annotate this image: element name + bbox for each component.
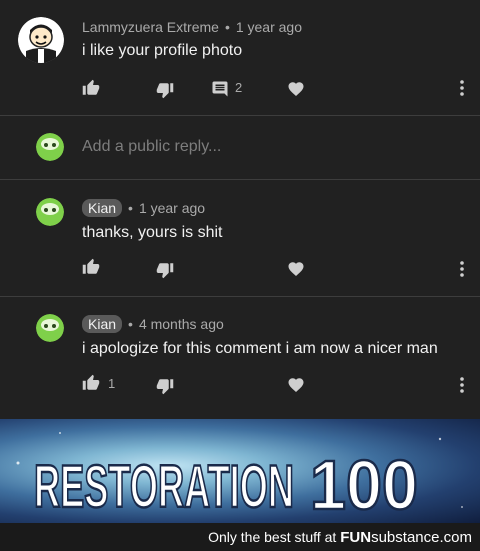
reply-time[interactable]: 4 months ago [139, 316, 224, 332]
thumbs-up-icon[interactable] [82, 258, 100, 276]
comment-author[interactable]: Lammyzuera Extreme [82, 19, 219, 35]
separator-dot: • [128, 200, 133, 216]
footer-brand-rest: substance [371, 528, 440, 546]
divider [0, 179, 480, 180]
banner-text-right: 100 [310, 446, 418, 523]
avatar-reply-author[interactable] [36, 198, 64, 226]
heart-icon[interactable] [287, 80, 305, 98]
banner-graphic: RESTORATION 100 [16, 432, 463, 523]
comment-text: i like your profile photo [82, 42, 243, 59]
more-vertical-icon[interactable] [454, 376, 470, 394]
footer-brand-tld: .com [439, 528, 472, 546]
heart-icon[interactable] [287, 376, 305, 394]
footer-brand-bold: FUN [340, 528, 372, 546]
avatar-current-user [36, 133, 64, 161]
separator-dot: • [224, 19, 230, 35]
thumbs-down-icon[interactable] [156, 81, 174, 99]
comment-meta: Lammyzuera Extreme • 1 year ago [82, 19, 302, 35]
comment-time[interactable]: 1 year ago [236, 19, 302, 35]
reply-text: thanks, yours is shit [82, 224, 223, 241]
separator-dot: • [128, 316, 133, 332]
restoration-banner: RESTORATION 100 [0, 419, 480, 523]
thumbs-up-icon[interactable] [82, 79, 100, 97]
footer-brand: FUNsubstance.com [340, 529, 472, 546]
avatar-commenter[interactable] [18, 17, 64, 63]
divider [0, 115, 480, 116]
reply-time[interactable]: 1 year ago [139, 200, 205, 216]
avatar-reply-author[interactable] [36, 314, 64, 342]
more-vertical-icon[interactable] [454, 260, 470, 278]
thumbs-down-icon[interactable] [156, 377, 174, 395]
reply-author-badge[interactable]: Kian [82, 315, 123, 333]
divider [0, 296, 480, 297]
reply-meta: Kian • 4 months ago [82, 315, 224, 333]
heart-icon[interactable] [287, 260, 305, 278]
thumbs-down-icon[interactable] [156, 261, 174, 279]
footer-text: Only the best stuff at [208, 529, 337, 545]
more-vertical-icon[interactable] [454, 79, 470, 97]
like-count: 1 [108, 376, 116, 391]
reply-author-badge[interactable]: Kian [82, 199, 123, 217]
reply-count: 2 [235, 80, 243, 95]
banner-text-left: RESTORATION [34, 453, 294, 520]
comment-icon[interactable] [211, 80, 229, 98]
footer-watermark: Only the best stuff at FUNsubstance.com [0, 523, 480, 551]
thumbs-up-icon[interactable] [82, 374, 100, 392]
reply-text: i apologize for this comment i am now a … [82, 340, 438, 357]
reply-input[interactable]: Add a public reply... [82, 138, 221, 156]
reply-meta: Kian • 1 year ago [82, 199, 205, 217]
